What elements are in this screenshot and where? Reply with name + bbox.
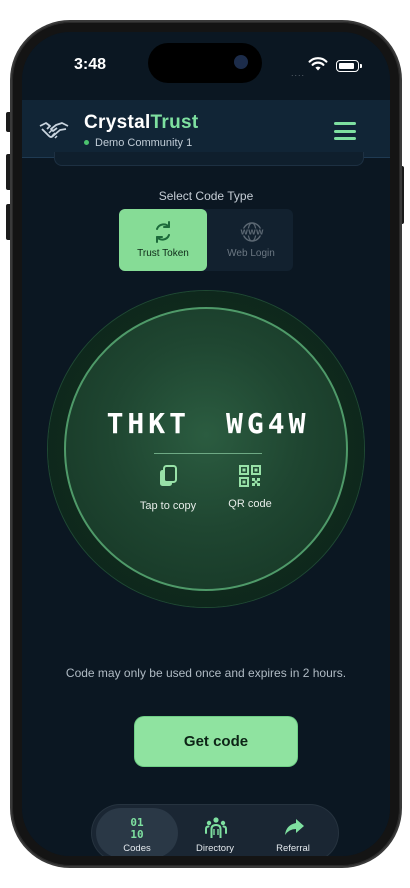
app-brand: CrystalTrust: [84, 112, 198, 134]
globe-www-icon: WWW: [239, 222, 265, 242]
get-code-button[interactable]: Get code: [135, 717, 297, 766]
nav-item-codes[interactable]: 01 10 Codes: [96, 808, 178, 856]
main-content: Select Code Type Trust Token WWW Web Log…: [22, 152, 390, 856]
nav-label-codes: Codes: [123, 843, 151, 854]
web-login-option[interactable]: WWW Web Login: [207, 209, 295, 271]
menu-bar-icon: [334, 137, 356, 140]
status-dot-icon: [84, 140, 89, 145]
status-bar: 3:48 ....: [22, 32, 390, 100]
trust-token-option[interactable]: Trust Token: [119, 209, 207, 271]
camera-icon: [234, 55, 248, 69]
wifi-icon: [308, 57, 328, 71]
phone-frame: 3:48 .... CrystalTrust Demo Community 1 …: [12, 22, 400, 866]
hamburger-menu-button[interactable]: [334, 122, 356, 140]
code-type-label: Select Code Type: [158, 189, 254, 203]
screen: 3:48 .... CrystalTrust Demo Community 1 …: [22, 32, 390, 856]
nav-label-referral: Referral: [276, 843, 310, 854]
code-part2: WG4W: [226, 407, 310, 440]
bottom-nav: 01 10 Codes Directory Referral: [92, 805, 338, 856]
code-display-circle: THKT WG4W Tap to copy QR code: [64, 307, 348, 591]
code-display-ring: THKT WG4W Tap to copy QR code: [48, 291, 364, 607]
handshake-logo-icon: [39, 122, 69, 139]
app-header: CrystalTrust Demo Community 1: [22, 100, 390, 158]
code-divider: [154, 453, 262, 454]
copy-icon: [160, 465, 177, 486]
menu-bar-icon: [334, 129, 356, 133]
brand-part1: Crystal: [84, 112, 151, 133]
community-label: Demo Community 1: [95, 137, 193, 149]
trust-token-label: Trust Token: [137, 248, 189, 259]
share-arrow-icon: [285, 819, 304, 835]
qr-code-label: QR code: [228, 498, 272, 510]
code-text[interactable]: THKT WG4W: [66, 407, 350, 440]
qr-code-icon: [239, 465, 261, 487]
nav-item-directory[interactable]: Directory: [174, 808, 256, 856]
nav-item-referral[interactable]: Referral: [252, 808, 334, 856]
expiry-notice: Code may only be used once and expires i…: [65, 666, 347, 680]
swap-arrows-icon: [156, 221, 170, 243]
qr-code-button[interactable]: QR code: [210, 465, 290, 510]
brand-part2: Trust: [150, 112, 199, 133]
scrolled-card-edge: [54, 152, 364, 166]
menu-bar-icon: [334, 122, 356, 125]
nav-label-directory: Directory: [195, 843, 234, 854]
copy-label: Tap to copy: [139, 500, 197, 512]
status-time: 3:48: [74, 56, 107, 73]
svg-text:10: 10: [130, 828, 143, 840]
code-part1: THKT: [106, 407, 190, 440]
web-login-label: Web Login: [227, 248, 275, 259]
copy-button[interactable]: Tap to copy: [128, 465, 208, 512]
signal-icon: ....: [291, 68, 306, 78]
community-name: Demo Community 1: [84, 137, 192, 149]
dynamic-island: [148, 43, 262, 83]
people-group-icon: [205, 817, 227, 838]
binary-code-icon: 01 10: [130, 816, 144, 840]
battery-icon: [336, 60, 362, 72]
svg-text:WWW: WWW: [240, 229, 263, 237]
code-type-selector: Trust Token WWW Web Login: [119, 209, 293, 271]
